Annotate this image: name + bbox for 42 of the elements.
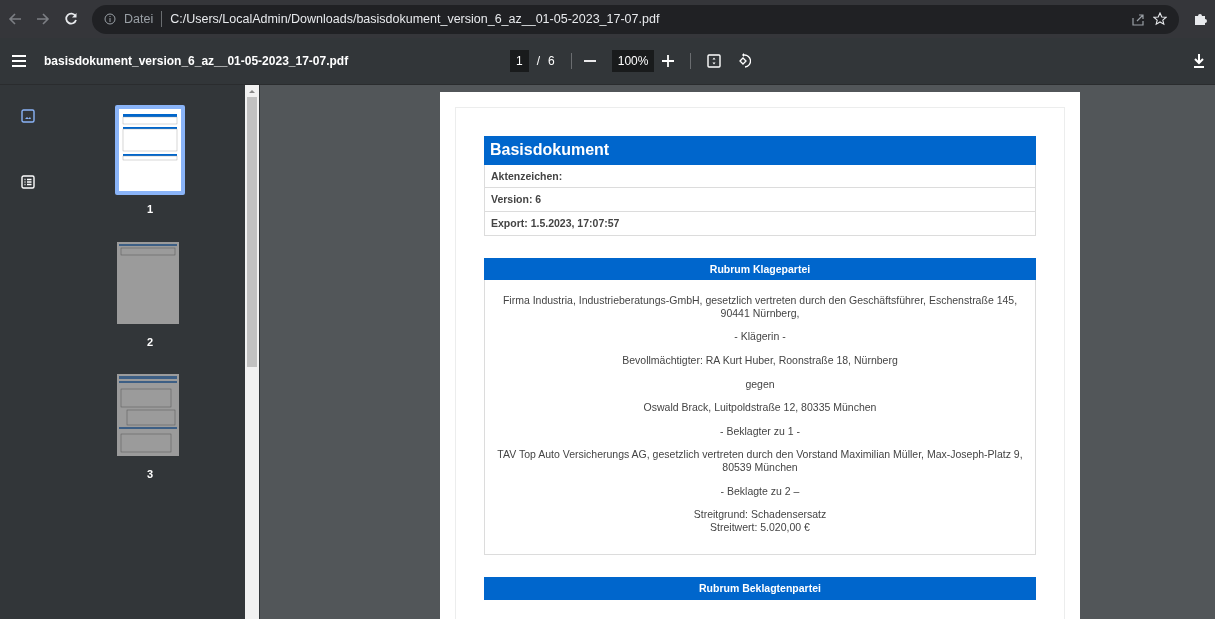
- section-text: Firma Industria, Industrieberatungs-GmbH, gesetzlich vertreten durch den Geschäftsführer, Eschenstraße 145, 90441 Nürnberg,: [501, 294, 1019, 320]
- document-field: Version: 6: [484, 188, 1036, 212]
- info-icon[interactable]: [104, 13, 116, 25]
- outline-icon[interactable]: [20, 174, 35, 189]
- section-text: - Beklagte zu 2 –: [719, 484, 801, 498]
- back-arrow-icon[interactable]: [8, 12, 22, 26]
- menu-icon[interactable]: [12, 55, 26, 67]
- download-icon[interactable]: [1193, 54, 1205, 68]
- document-field: Aktenzeichen:: [484, 164, 1036, 189]
- forward-arrow-icon[interactable]: [36, 12, 50, 26]
- scrollbar-thumb[interactable]: [247, 97, 257, 367]
- page-number: 1: [146, 202, 154, 217]
- address-url[interactable]: C:/Users/LocalAdmin/Downloads/basisdokument_version_6_az__01-05-2023_17-07.pdf: [170, 9, 660, 29]
- section-text: Oswald Brack, Luitpoldstraße 12, 80335 München: [642, 401, 878, 414]
- section-heading: Rubrum Klagepartei: [484, 257, 1036, 281]
- section-heading: Rubrum Beklagtenpartei: [484, 577, 1036, 600]
- document-title: Basisdokument: [484, 136, 1036, 165]
- document-field: Export: 1.5.2023, 17:07:57: [484, 212, 1036, 236]
- file-name: basisdokument_version_6_az__01-05-2023_17-07.pdf: [44, 53, 350, 70]
- section-text: - Klägerin -: [733, 330, 787, 343]
- section-text: Bevollmächtigter: RA Kurt Huber, Roonstraße 18, Nürnberg: [621, 353, 899, 367]
- section-text: Streitwert: 5.020,00 €: [709, 520, 811, 534]
- zoom-field[interactable]: 100%: [611, 50, 655, 72]
- zoom-in-icon[interactable]: [662, 55, 675, 67]
- page-number-field[interactable]: 1: [510, 50, 529, 72]
- page-thumbnail[interactable]: [115, 105, 185, 195]
- section-text: - Beklagter zu 1 -: [719, 424, 801, 438]
- thumbnails-icon[interactable]: [20, 108, 35, 123]
- page-number: 2: [146, 334, 154, 350]
- reload-icon[interactable]: [64, 12, 78, 26]
- fit-page-icon[interactable]: [707, 54, 722, 68]
- page-number: 3: [146, 467, 154, 482]
- page-separator: /: [536, 53, 541, 70]
- puzzle-icon[interactable]: [1193, 12, 1207, 26]
- section-text: gegen: [744, 377, 776, 391]
- scrollbar[interactable]: [245, 85, 259, 619]
- address-prefix: Datei: [124, 10, 154, 28]
- section-text: TAV Top Auto Versicherungs AG, gesetzlich vertreten durch den Vorstand Maximilian Müller, Max-Joseph-Platz 9, 80539 München: [496, 448, 1024, 474]
- page-count: 6: [548, 53, 555, 70]
- star-icon[interactable]: [1153, 12, 1167, 26]
- share-icon[interactable]: [1131, 12, 1145, 26]
- section-text: Streitgrund: Schadensersatz: [692, 508, 828, 521]
